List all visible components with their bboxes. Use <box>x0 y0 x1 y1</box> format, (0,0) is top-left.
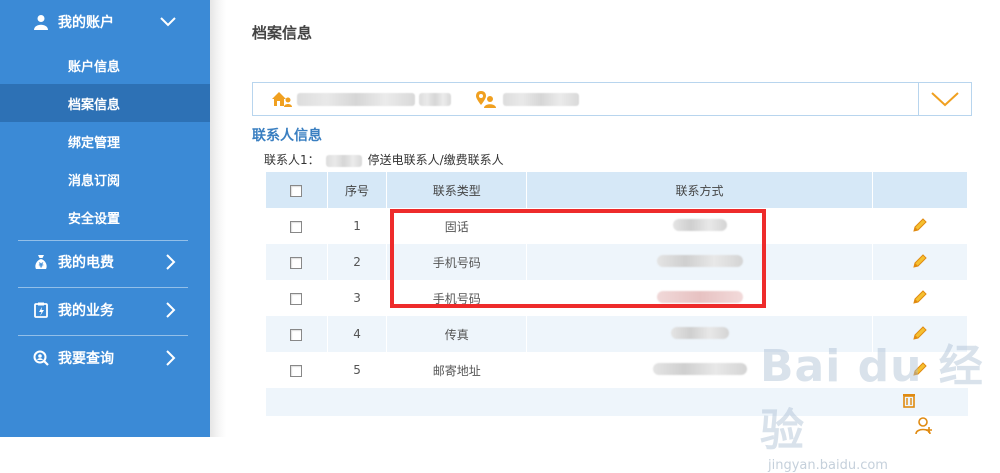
section-title: 联系人信息 <box>252 128 322 144</box>
chevron-down-icon[interactable] <box>160 0 176 44</box>
row-number: 3 <box>327 280 388 316</box>
chevron-right-icon[interactable] <box>166 240 176 284</box>
sidebar-item-security[interactable]: 安全设置 <box>0 198 210 236</box>
edit-cell <box>872 208 968 244</box>
redacted-value <box>652 362 747 375</box>
clipboard-icon <box>32 301 50 319</box>
baidu-watermark: Bai du 经验 jingyan.baidu.com <box>760 330 1000 473</box>
menu-label: 我的电费 <box>58 255 114 271</box>
row-checkbox[interactable] <box>290 256 303 269</box>
row-checkbox[interactable] <box>290 328 303 341</box>
row-checkbox-cell <box>266 316 328 352</box>
watermark-url: jingyan.baidu.com <box>768 458 888 473</box>
row-number: 4 <box>327 316 388 352</box>
menu-label: 我的业务 <box>58 303 114 319</box>
sidebar-item-binding[interactable]: 绑定管理 <box>0 122 210 160</box>
menu-my-business[interactable]: 我的业务 <box>0 288 210 332</box>
row-checkbox-cell <box>266 208 328 244</box>
sidebar-shadow <box>210 0 226 437</box>
redacted-account-name <box>297 93 415 106</box>
row-checkbox[interactable] <box>290 364 303 377</box>
pencil-icon[interactable] <box>911 216 929 237</box>
column-header: 序号 <box>327 172 388 208</box>
table-header-row: 序号 联系类型 联系方式 <box>266 172 968 208</box>
row-checkbox[interactable] <box>290 220 303 233</box>
row-number: 5 <box>327 352 388 388</box>
svg-text:¥: ¥ <box>39 262 44 270</box>
menu-query[interactable]: 我要查询 <box>0 336 210 380</box>
chevron-right-icon[interactable] <box>166 336 176 380</box>
highlight-box <box>390 209 766 308</box>
location-user-icon <box>475 90 497 112</box>
chevron-down-icon[interactable] <box>918 83 971 115</box>
sidebar-item-subscription[interactable]: 消息订阅 <box>0 160 210 198</box>
contact-line: 联系人1： 停送电联系人/缴费联系人 <box>264 151 504 168</box>
column-header <box>872 172 968 208</box>
sidebar-item-account-info[interactable]: 账户信息 <box>0 46 210 84</box>
chevron-right-icon[interactable] <box>166 288 176 332</box>
sidebar-item-label: 绑定管理 <box>68 135 121 151</box>
money-bag-icon: ¥ <box>32 253 50 271</box>
row-checkbox-cell <box>266 352 328 388</box>
menu-my-account[interactable]: 我的账户 <box>0 0 210 44</box>
select-all-checkbox[interactable] <box>290 184 303 197</box>
sidebar-item-label: 安全设置 <box>68 211 121 227</box>
redacted-value <box>670 326 729 339</box>
row-number: 2 <box>327 244 388 280</box>
row-checkbox-cell <box>266 280 328 316</box>
row-checkbox[interactable] <box>290 292 303 305</box>
redacted-account-number <box>503 93 579 106</box>
sidebar-item-label: 消息订阅 <box>68 173 121 189</box>
sidebar-item-label: 档案信息 <box>68 97 121 113</box>
search-icon <box>32 349 50 367</box>
contact-roles: 停送电联系人/缴费联系人 <box>367 153 504 167</box>
sidebar: 我的账户 账户信息 档案信息 绑定管理 消息订阅 安全设置 ¥ 我的电费 我的业… <box>0 0 210 437</box>
sidebar-item-label: 账户信息 <box>68 59 121 75</box>
row-checkbox-cell <box>266 244 328 280</box>
menu-my-fees[interactable]: ¥ 我的电费 <box>0 240 210 284</box>
user-icon <box>32 13 50 31</box>
pencil-icon[interactable] <box>911 252 929 273</box>
contact-label: 联系人1： <box>264 153 320 167</box>
account-selector[interactable] <box>252 82 972 116</box>
column-header: 联系类型 <box>386 172 527 208</box>
select-all-header <box>266 172 328 208</box>
redacted-account-name <box>419 93 451 106</box>
contact-type: 邮寄地址 <box>386 352 527 388</box>
pencil-icon[interactable] <box>911 288 929 309</box>
contact-type: 传真 <box>386 316 527 352</box>
menu-label: 我要查询 <box>58 351 114 367</box>
house-user-icon <box>271 91 293 111</box>
sidebar-item-archive-info[interactable]: 档案信息 <box>0 84 210 122</box>
page-title: 档案信息 <box>252 24 313 42</box>
menu-label: 我的账户 <box>58 15 114 31</box>
watermark-brand: Bai du 经验 <box>760 341 984 456</box>
edit-cell <box>872 280 968 316</box>
column-header: 联系方式 <box>526 172 874 208</box>
edit-cell <box>872 244 968 280</box>
row-number: 1 <box>327 208 388 244</box>
redacted-contact-name <box>325 154 362 167</box>
